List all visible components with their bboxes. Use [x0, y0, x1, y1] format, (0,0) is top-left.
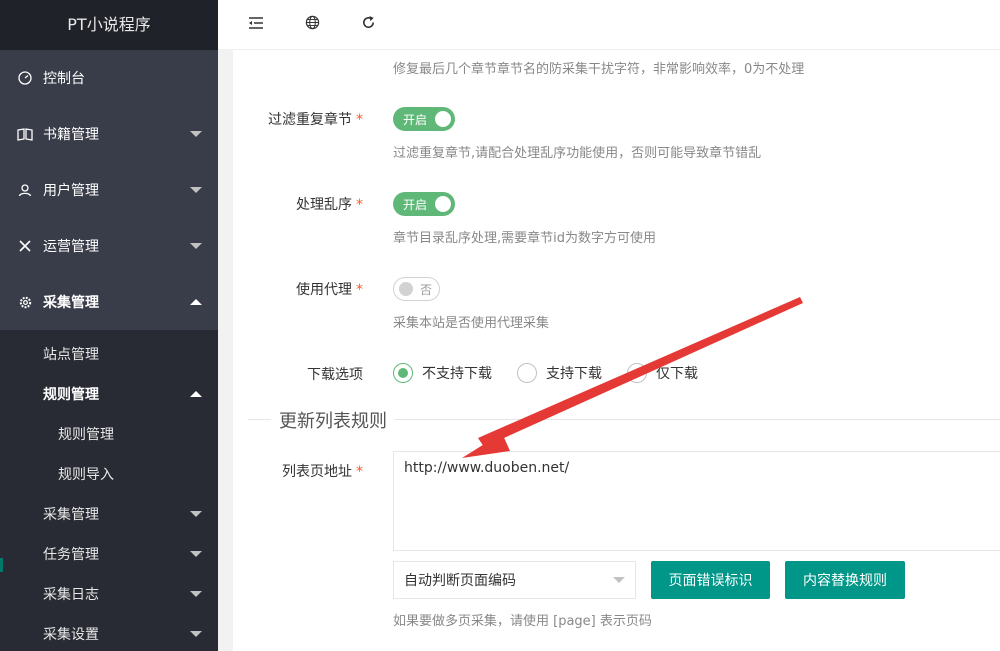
sidebar-item-label: 书籍管理: [43, 127, 99, 143]
chevron-up-icon: [190, 299, 202, 305]
field-label-text: 过滤重复章节: [268, 112, 352, 128]
disorder-hint: 章节目录乱序处理,需要章节id为数字方可使用: [393, 231, 656, 246]
gear-icon: [17, 294, 33, 310]
top-header: [218, 0, 1000, 50]
sidebar-item-collect[interactable]: 采集管理: [0, 274, 218, 330]
field-label-text: 列表页地址: [282, 464, 352, 480]
refresh-icon: [361, 15, 376, 34]
chevron-up-icon: [190, 391, 202, 397]
proxy-switch[interactable]: 否: [393, 277, 440, 301]
sidebar-subitem-site[interactable]: 站点管理: [0, 334, 218, 374]
chevron-down-icon: [190, 243, 202, 249]
sidebar: PT小说程序 控制台 书籍管理 用户管理 运营管理 采集管理 站点管理 规则管理…: [0, 0, 218, 651]
rule-form-card: 修复最后几个章节章节名的防采集干扰字符，非常影响效率，0为不处理 过滤重复章节 *…: [233, 50, 1000, 651]
radio-label: 支持下载: [546, 366, 602, 382]
menu-fold-button[interactable]: [228, 0, 284, 50]
sidebar-item-label: 采集管理: [43, 295, 99, 311]
sidebar-subitem-label: 任务管理: [43, 547, 99, 563]
switch-text: 开启: [403, 197, 428, 212]
sidebar-subitem-label: 规则管理: [43, 387, 99, 403]
book-icon: [17, 126, 33, 142]
chevron-down-icon: [190, 591, 202, 597]
switch-text: 否: [420, 282, 433, 297]
filter-dup-hint: 过滤重复章节,请配合处理乱序功能使用，否则可能导致章节错乱: [393, 146, 762, 161]
sidebar-subitem-label: 规则管理: [58, 427, 114, 443]
required-mark: *: [356, 464, 363, 480]
download-label: 下载选项: [307, 367, 363, 383]
sidebar-subitem-tasks[interactable]: 任务管理: [0, 534, 218, 574]
list-url-label: 列表页地址 *: [233, 461, 363, 481]
sidebar-subitem-rules[interactable]: 规则管理: [0, 374, 218, 414]
user-icon: [17, 182, 33, 198]
required-mark: *: [356, 197, 363, 213]
globe-icon: [305, 15, 320, 34]
chevron-down-icon: [613, 577, 625, 583]
radio-circle: [517, 363, 537, 383]
switch-text: 开启: [403, 112, 428, 127]
error-mark-button[interactable]: 页面错误标识: [651, 561, 770, 599]
form-hint-chapter-name: 修复最后几个章节章节名的防采集干扰字符，非常影响效率，0为不处理: [393, 62, 805, 77]
tools-icon: [17, 238, 33, 254]
list-url-textarea[interactable]: http://www.duoben.net/: [393, 451, 1000, 551]
radio-label: 仅下载: [656, 366, 698, 382]
radio-circle: [627, 363, 647, 383]
sidebar-subitem-label: 站点管理: [43, 347, 99, 363]
download-radio-support[interactable]: 支持下载: [517, 363, 602, 383]
radio-label: 不支持下载: [422, 366, 492, 382]
disorder-label: 处理乱序 *: [233, 194, 363, 214]
sidebar-submenu-collect: 站点管理 规则管理 规则管理 规则导入 采集管理 任务管理 采集日志 采集设置: [0, 330, 218, 651]
chevron-down-icon: [190, 631, 202, 637]
sidebar-item-users[interactable]: 用户管理: [0, 162, 218, 218]
sidebar-subitem-label: 采集日志: [43, 587, 99, 603]
sidebar-subitem-logs[interactable]: 采集日志: [0, 574, 218, 614]
field-label-text: 处理乱序: [296, 197, 352, 213]
field-label-text: 使用代理: [296, 282, 352, 298]
proxy-hint: 采集本站是否使用代理采集: [393, 316, 550, 331]
switch-knob: [435, 196, 451, 212]
sidebar-subitem-settings[interactable]: 采集设置: [0, 614, 218, 651]
filter-dup-label: 过滤重复章节 *: [233, 109, 363, 129]
refresh-button[interactable]: [340, 0, 396, 50]
dashboard-icon: [17, 70, 33, 86]
sidebar-active-marker: [0, 558, 3, 572]
section-title: 更新列表规则: [271, 407, 395, 433]
website-button[interactable]: [284, 0, 340, 50]
sidebar-item-label: 控制台: [43, 71, 85, 87]
sidebar-subitem-label: 规则导入: [58, 467, 114, 483]
proxy-label: 使用代理 *: [233, 279, 363, 299]
chevron-down-icon: [190, 551, 202, 557]
download-radio-only[interactable]: 仅下载: [627, 363, 698, 383]
switch-knob: [399, 282, 413, 296]
radio-circle: [393, 363, 413, 383]
chevron-down-icon: [190, 187, 202, 193]
download-radio-none[interactable]: 不支持下载: [393, 363, 492, 383]
sidebar-subitem-label: 采集设置: [43, 627, 99, 643]
app-logo-title[interactable]: PT小说程序: [0, 0, 218, 50]
chevron-down-icon: [190, 131, 202, 137]
required-mark: *: [356, 112, 363, 128]
sidebar-subitem-collect[interactable]: 采集管理: [0, 494, 218, 534]
sidebar-item-operations[interactable]: 运营管理: [0, 218, 218, 274]
required-mark: *: [356, 282, 363, 298]
content-replace-button[interactable]: 内容替换规则: [785, 561, 905, 599]
sidebar-subitem-rules-import[interactable]: 规则导入: [0, 454, 218, 494]
sidebar-submenu-rules: 规则管理 规则导入: [0, 414, 218, 494]
chevron-down-icon: [190, 511, 202, 517]
sidebar-item-label: 运营管理: [43, 239, 99, 255]
filter-dup-switch[interactable]: 开启: [393, 107, 455, 131]
switch-knob: [435, 111, 451, 127]
sidebar-item-books[interactable]: 书籍管理: [0, 106, 218, 162]
disorder-switch[interactable]: 开启: [393, 192, 455, 216]
encoding-select[interactable]: 自动判断页面编码: [393, 561, 636, 599]
sidebar-subitem-rules-manage[interactable]: 规则管理: [0, 414, 218, 454]
page-hint: 如果要做多页采集，请使用 [page] 表示页码: [393, 614, 652, 629]
sidebar-item-dashboard[interactable]: 控制台: [0, 50, 218, 106]
select-value: 自动判断页面编码: [404, 573, 516, 589]
menu-fold-icon: [248, 16, 264, 34]
sidebar-subitem-label: 采集管理: [43, 507, 99, 523]
sidebar-item-label: 用户管理: [43, 183, 99, 199]
content-area: 修复最后几个章节章节名的防采集干扰字符，非常影响效率，0为不处理 过滤重复章节 *…: [218, 50, 1000, 651]
